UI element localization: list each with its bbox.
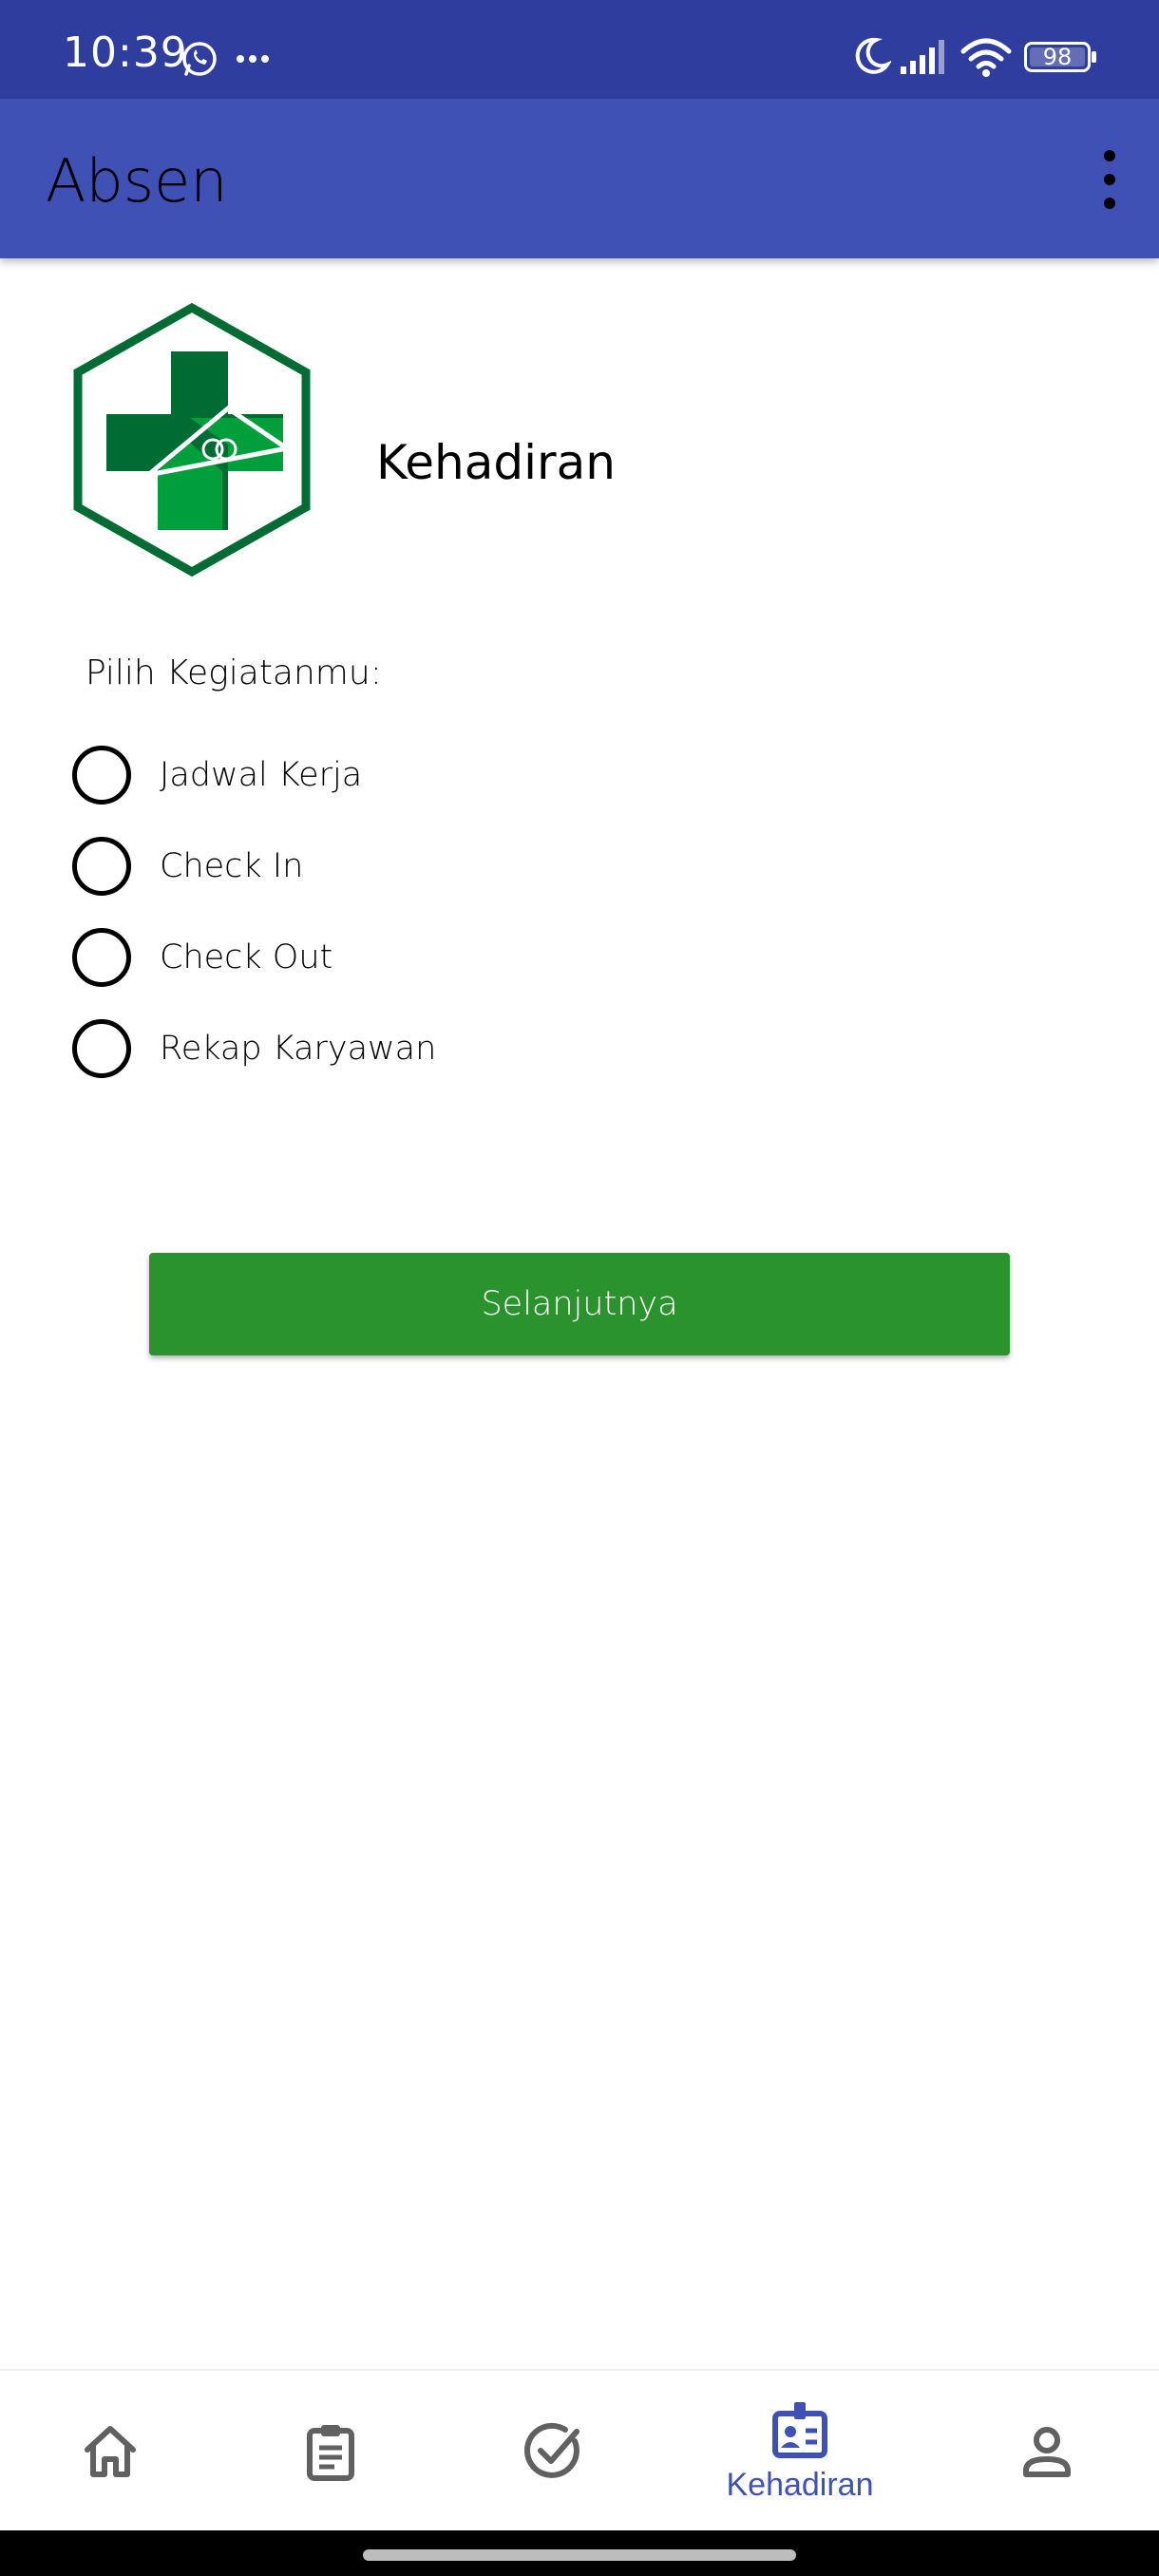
- moon-icon: [855, 37, 891, 74]
- option-label: Check Out: [160, 938, 333, 976]
- option-check-out[interactable]: Check Out: [72, 924, 642, 991]
- home-icon: [85, 2426, 136, 2477]
- status-time: 10:39: [63, 28, 188, 77]
- nav-label-kehadiran: Kehadiran: [726, 2466, 874, 2503]
- app-bar: Absen: [0, 99, 1159, 258]
- option-label: Rekap Karyawan: [160, 1030, 437, 1068]
- gesture-handle[interactable]: [363, 2549, 796, 2561]
- battery-level: 98: [1042, 44, 1073, 70]
- status-bar: 10:39 98: [0, 0, 1159, 99]
- check-circle-icon: [523, 2422, 580, 2478]
- option-label: Check In: [160, 847, 304, 885]
- more-vert-icon[interactable]: [1089, 146, 1130, 213]
- radio-button[interactable]: [72, 1019, 131, 1078]
- system-navigation-bar: [0, 2530, 1159, 2576]
- option-check-in[interactable]: Check In: [72, 833, 642, 900]
- bottom-navigation: Kehadiran: [0, 2369, 1159, 2530]
- page-title: Kehadiran: [376, 435, 616, 490]
- nav-item-profile[interactable]: [990, 2371, 1104, 2532]
- kemenkes-logo: [73, 302, 311, 578]
- person-icon: [1023, 2427, 1071, 2477]
- activity-prompt: Pilih Kegiatanmu:: [86, 653, 382, 692]
- nav-item-home[interactable]: [53, 2371, 167, 2532]
- signal-icon: [901, 40, 944, 74]
- whatsapp-icon: [182, 42, 217, 76]
- nav-item-tasks[interactable]: [274, 2371, 388, 2532]
- nav-item-approval[interactable]: [496, 2371, 610, 2532]
- option-label: Jadwal Kerja: [160, 756, 363, 794]
- nav-item-kehadiran[interactable]: Kehadiran: [705, 2371, 895, 2532]
- radio-button[interactable]: [72, 837, 131, 896]
- more-dots-icon: [237, 55, 269, 63]
- badge-icon: [772, 2401, 827, 2458]
- wifi-icon: [960, 38, 1012, 77]
- clipboard-icon: [307, 2425, 354, 2481]
- battery-icon: 98: [1024, 42, 1096, 72]
- radio-button[interactable]: [72, 746, 131, 805]
- next-button[interactable]: Selanjutnya: [149, 1253, 1010, 1355]
- app-title: Absen: [46, 146, 228, 216]
- radio-button[interactable]: [72, 928, 131, 987]
- option-rekap-karyawan[interactable]: Rekap Karyawan: [72, 1015, 642, 1082]
- option-jadwal-kerja[interactable]: Jadwal Kerja: [72, 742, 642, 808]
